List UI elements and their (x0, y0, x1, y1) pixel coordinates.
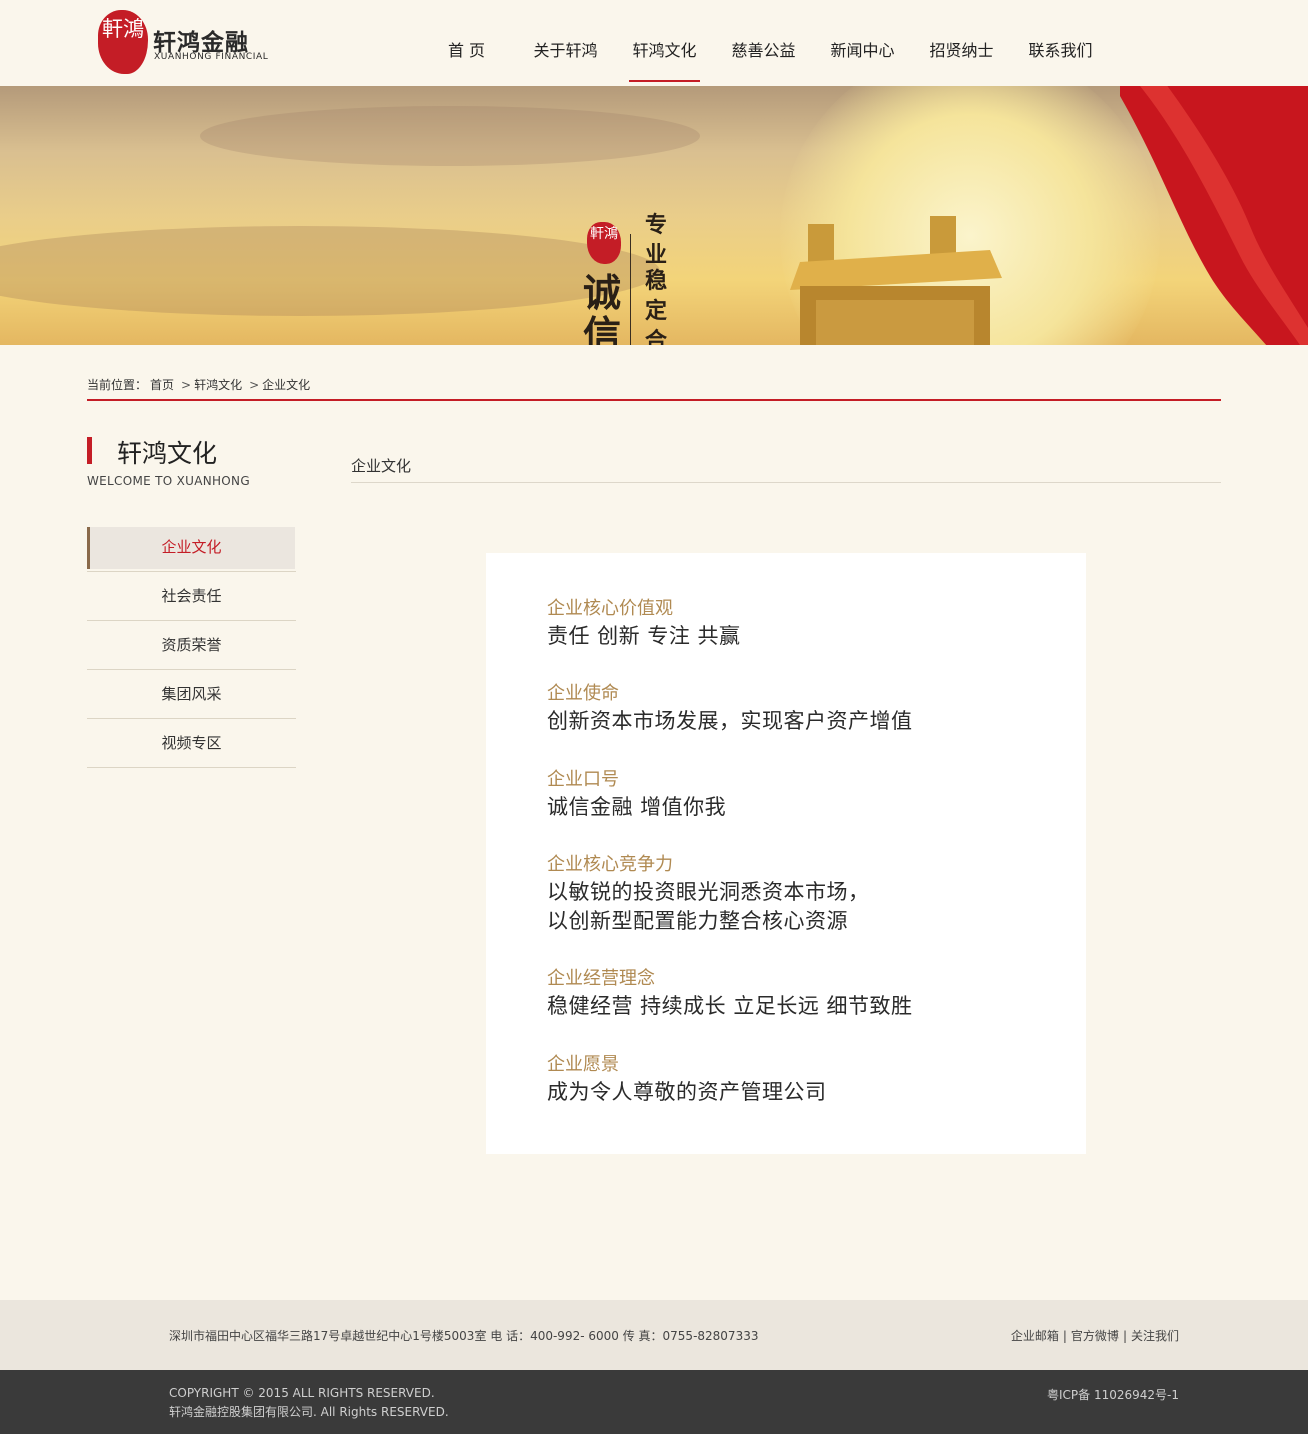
nav-item-home[interactable]: 首 页 (417, 0, 516, 86)
sidebar-item-label: 视频专区 (161, 734, 222, 752)
banner-slogan-1: 专业 (644, 212, 667, 268)
sidebar-item-label: 集团风采 (161, 685, 222, 703)
sidebar-subtitle: WELCOME TO XUANHONG (87, 474, 250, 488)
banner-cloud (0, 226, 660, 316)
sidebar-menu: 企业文化 社会责任 资质荣誉 集团风采 视频专区 (87, 523, 296, 768)
culture-block-text: 责任 创新 专注 共赢 (547, 624, 741, 648)
culture-block-heading: 企业使命 (547, 683, 619, 704)
culture-block-text: 以创新型配置能力整合核心资源 (547, 909, 848, 933)
sidebar-item-label: 社会责任 (161, 587, 222, 605)
banner-slogan-main: 诚信 (582, 270, 621, 346)
culture-block-core-values: 企业核心价值观 责任 创新 专注 共赢 (547, 596, 741, 651)
footer-link-email[interactable]: 企业邮箱 (1011, 1329, 1059, 1343)
culture-block-heading: 企业口号 (547, 769, 619, 790)
logo-name-en: XUANHONG FINANCIAL (154, 52, 269, 62)
red-silk-ribbon-image (1120, 86, 1308, 345)
breadcrumb-current: 企业文化 (262, 378, 311, 392)
breadcrumb-link-culture[interactable]: 轩鸿文化 (194, 378, 242, 392)
culture-block-heading: 企业经营理念 (547, 968, 655, 989)
nav-item-culture[interactable]: 轩鸿文化 (615, 0, 714, 86)
sidebar-item-honors[interactable]: 资质荣誉 (87, 621, 296, 670)
sidebar-title: 轩鸿文化 (117, 439, 218, 468)
nav-item-news[interactable]: 新闻中心 (813, 0, 912, 86)
logo[interactable]: 軒鴻 轩鸿金融 XUANHONG FINANCIAL (98, 10, 268, 74)
bronze-ding-image (790, 216, 1002, 345)
culture-block-slogan: 企业口号 诚信金融 增值你我 (547, 767, 726, 822)
banner-divider (630, 234, 631, 345)
copyright-line-1: COPYRIGHT © 2015 ALL RIGHTS RESERVED. (169, 1386, 435, 1400)
sidebar-title-marker (87, 437, 92, 464)
breadcrumb-prefix: 当前位置： (87, 378, 148, 392)
hero-banner: 軒鴻 诚信 专业 稳定 合作 (0, 86, 1308, 345)
logo-seal-icon: 軒鴻 (98, 10, 148, 74)
culture-block-text: 创新资本市场发展，实现客户资产增值 (547, 709, 913, 733)
culture-block-heading: 企业核心竞争力 (547, 854, 673, 875)
banner-cloud (200, 106, 700, 166)
culture-block-text: 稳健经营 持续成长 立足长远 细节致胜 (547, 994, 913, 1018)
culture-block-vision: 企业愿景 成为令人尊敬的资产管理公司 (547, 1052, 827, 1107)
culture-block-mission: 企业使命 创新资本市场发展，实现客户资产增值 (547, 681, 913, 736)
icp-license[interactable]: 粤ICP备 11026942号-1 (1047, 1386, 1179, 1403)
breadcrumb-link-home[interactable]: 首页 (150, 378, 174, 392)
footer-link-separator: | (1122, 1329, 1127, 1343)
breadcrumb-separator: > (181, 378, 192, 392)
culture-block-heading: 企业愿景 (547, 1054, 619, 1075)
banner-slogan-3: 合作 (644, 328, 667, 345)
culture-block-competitiveness: 企业核心竞争力 以敏锐的投资眼光洞悉资本市场， 以创新型配置能力整合核心资源 (547, 852, 870, 936)
nav-item-contact[interactable]: 联系我们 (1011, 0, 1110, 86)
sidebar-item-group-style[interactable]: 集团风采 (87, 670, 296, 719)
culture-block-text: 诚信金融 增值你我 (547, 795, 727, 819)
sidebar-item-social-responsibility[interactable]: 社会责任 (87, 572, 296, 621)
footer-link-separator: | (1062, 1329, 1067, 1343)
nav-item-careers[interactable]: 招贤纳士 (912, 0, 1011, 86)
main-nav: 首 页 关于轩鸿 轩鸿文化 慈善公益 新闻中心 招贤纳士 联系我们 (417, 0, 1110, 86)
footer-link-weibo[interactable]: 官方微博 (1071, 1329, 1119, 1343)
footer-link-follow[interactable]: 关注我们 (1131, 1329, 1179, 1343)
footer-links: 企业邮箱 | 官方微博 | 关注我们 (1011, 1327, 1179, 1344)
breadcrumb-separator: > (249, 378, 260, 392)
content-divider (351, 482, 1221, 483)
sidebar-item-label: 企业文化 (161, 538, 222, 556)
nav-item-charity[interactable]: 慈善公益 (714, 0, 813, 86)
copyright-line-2: 轩鸿金融控股集团有限公司. All Rights RESERVED. (169, 1405, 449, 1419)
banner-seal-icon: 軒鴻 (587, 222, 621, 264)
page-title: 企业文化 (351, 457, 412, 475)
sidebar-item-label: 资质荣誉 (161, 636, 222, 654)
footer-address: 深圳市福田中心区福华三路17号卓越世纪中心1号楼5003室 电 话：400-99… (169, 1329, 759, 1343)
sidebar-item-videos[interactable]: 视频专区 (87, 719, 296, 768)
culture-block-text: 成为令人尊敬的资产管理公司 (547, 1080, 827, 1104)
nav-item-about[interactable]: 关于轩鸿 (516, 0, 615, 86)
culture-card: 企业核心价值观 责任 创新 专注 共赢 企业使命 创新资本市场发展，实现客户资产… (486, 553, 1086, 1154)
culture-block-heading: 企业核心价值观 (547, 598, 673, 619)
breadcrumb-divider (87, 399, 1221, 401)
sidebar-item-corporate-culture[interactable]: 企业文化 (87, 523, 296, 572)
culture-block-text: 以敏锐的投资眼光洞悉资本市场， (547, 880, 870, 904)
culture-block-philosophy: 企业经营理念 稳健经营 持续成长 立足长远 细节致胜 (547, 966, 913, 1021)
site-header: 軒鴻 轩鸿金融 XUANHONG FINANCIAL 首 页 关于轩鸿 轩鸿文化… (0, 0, 1308, 86)
banner-slogan-2: 稳定 (644, 268, 667, 324)
breadcrumb: 当前位置： 首页 > 轩鸿文化 > 企业文化 (87, 376, 313, 393)
